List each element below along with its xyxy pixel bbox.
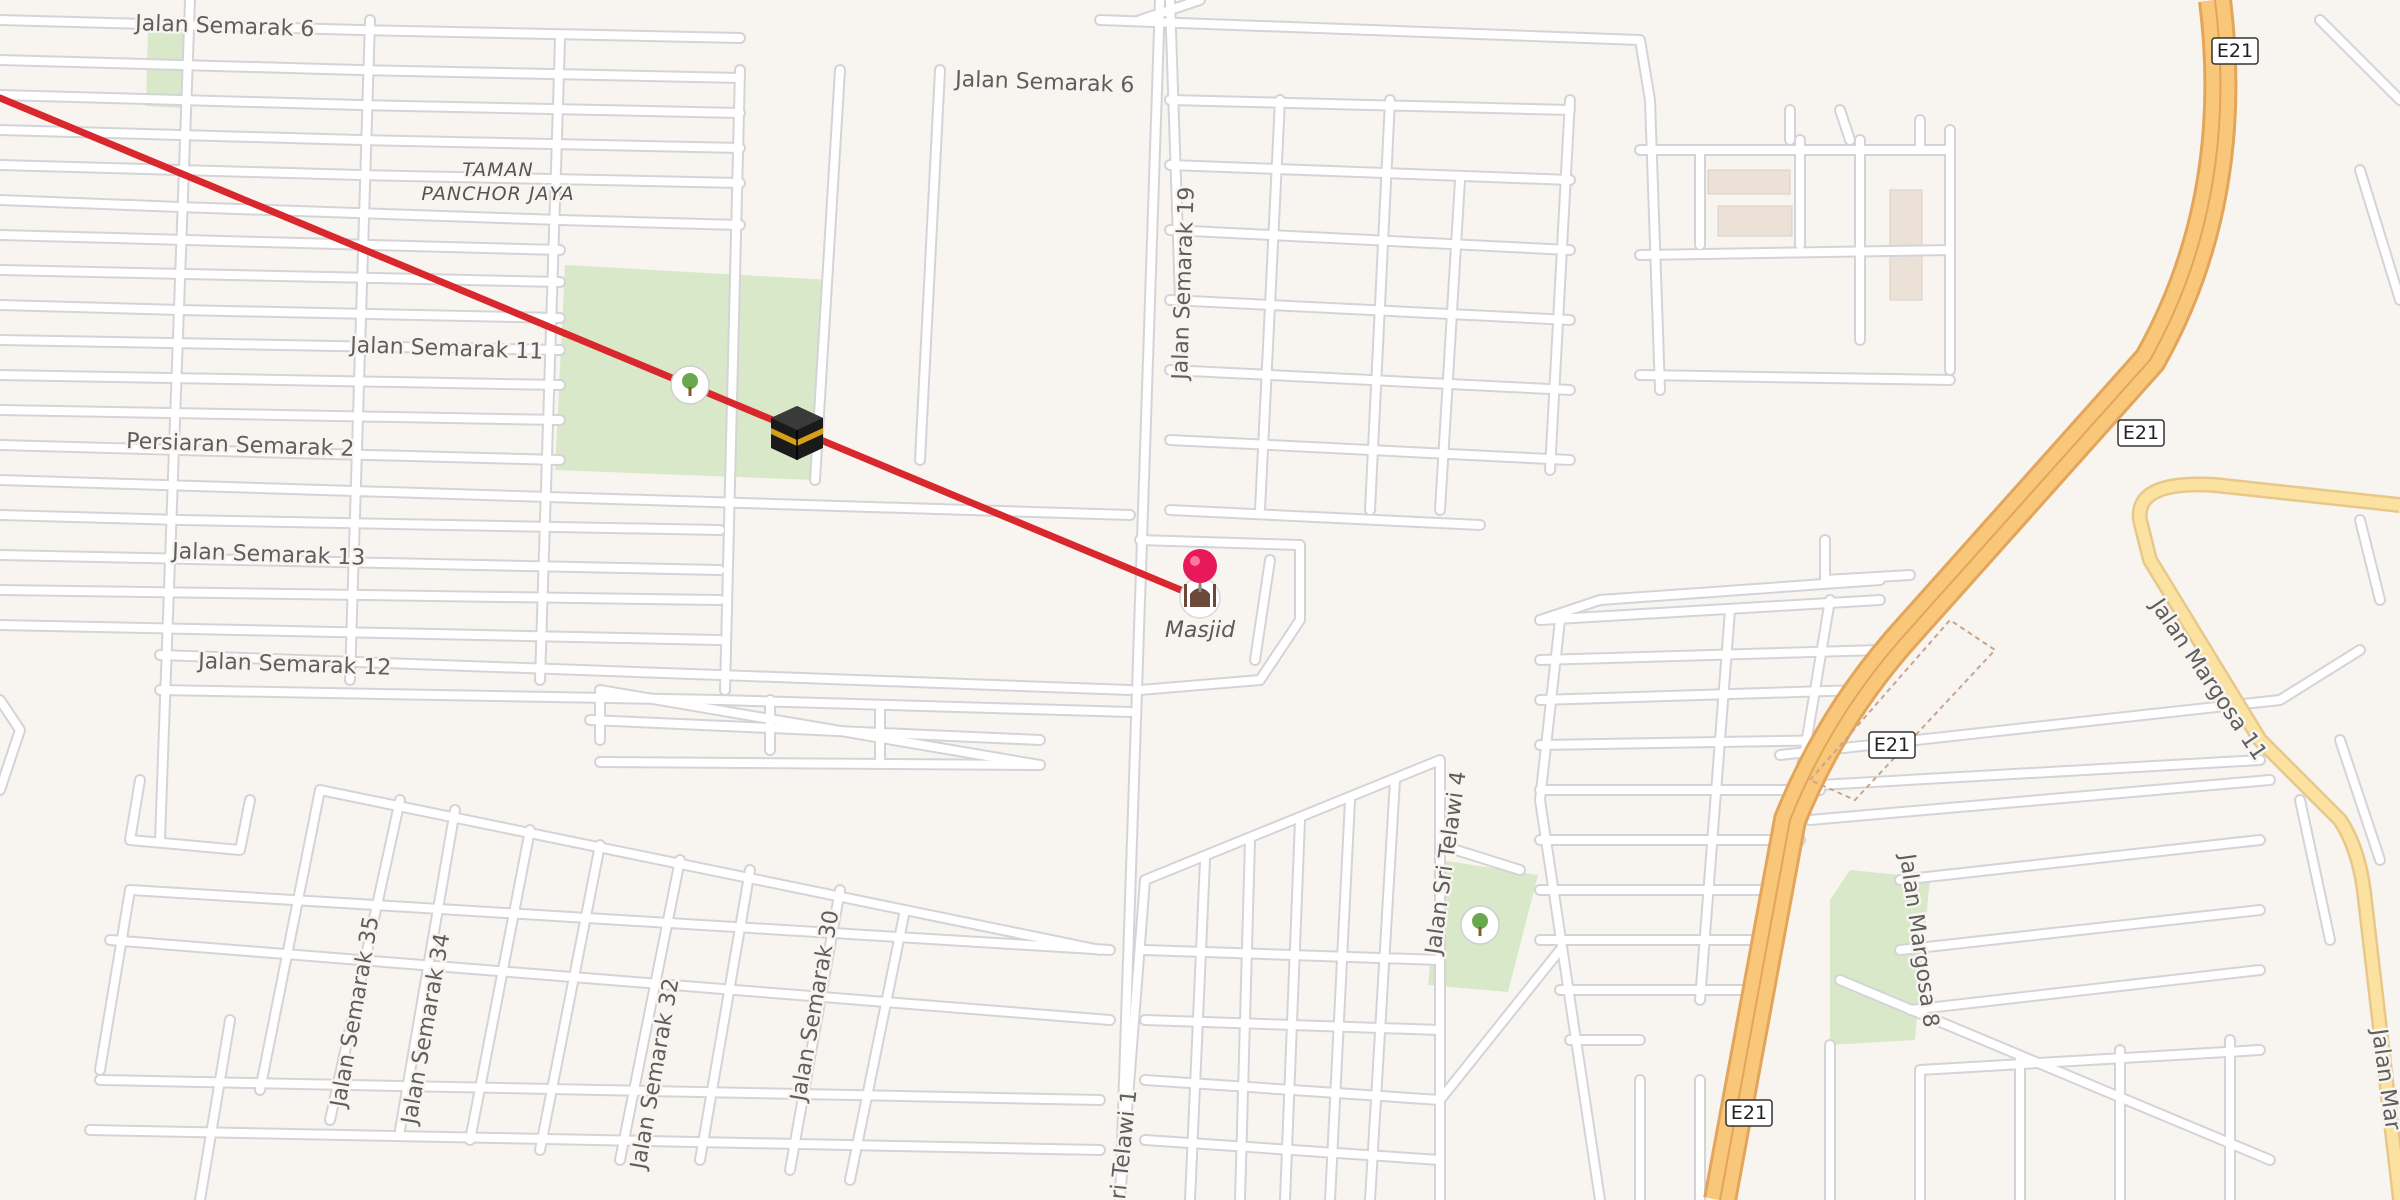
street-label: Jalan Margosa 11 bbox=[2144, 593, 2272, 765]
svg-text:E21: E21 bbox=[2217, 40, 2253, 62]
mosque-label: Masjid bbox=[1165, 618, 1236, 643]
map-canvas[interactable]: E21 E21 E21 E21 Jalan Semarak 6 Jalan Se… bbox=[0, 0, 2400, 1200]
primary-road-margosa bbox=[2131, 476, 2400, 1200]
svg-text:E21: E21 bbox=[1731, 1102, 1767, 1124]
highway-shield: E21 bbox=[1868, 731, 1916, 759]
building bbox=[1707, 169, 1791, 195]
building bbox=[1717, 205, 1793, 237]
street-label: Persiaran Semarak 2 bbox=[126, 429, 355, 462]
buildings bbox=[1707, 169, 1923, 301]
highway-shield: E21 bbox=[1725, 1099, 1773, 1127]
street-label: ri Telawi 1 bbox=[1106, 1089, 1142, 1200]
highway-shield: E21 bbox=[2117, 419, 2165, 447]
tree-icon[interactable] bbox=[670, 365, 710, 405]
street-label: Jalan Semarak 6 bbox=[953, 67, 1135, 98]
street-label: Jalan Semarak 30 bbox=[786, 908, 845, 1105]
tree-icon[interactable] bbox=[1460, 905, 1500, 945]
svg-text:PANCHOR JAYA: PANCHOR JAYA bbox=[421, 183, 574, 205]
svg-text:E21: E21 bbox=[1874, 734, 1910, 756]
street-label: Jalan Semarak 12 bbox=[196, 649, 392, 681]
svg-text:TAMAN: TAMAN bbox=[462, 159, 533, 181]
svg-text:E21: E21 bbox=[2123, 422, 2159, 444]
street-label: Jalan Mar bbox=[2366, 1025, 2400, 1132]
street-label: Jalan Semarak 13 bbox=[170, 539, 366, 571]
highway-shield: E21 bbox=[2211, 37, 2259, 65]
street-label: Jalan Semarak 11 bbox=[348, 333, 544, 365]
